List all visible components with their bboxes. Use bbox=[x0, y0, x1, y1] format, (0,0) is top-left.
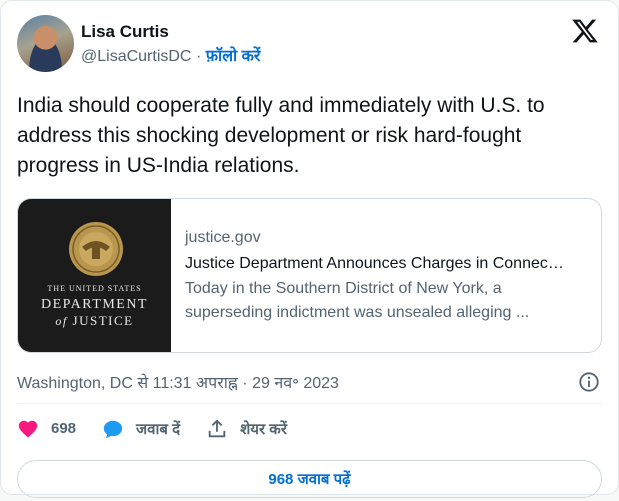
author-handle-row: @LisaCurtisDC · फ़ॉलो करें bbox=[81, 46, 260, 68]
doj-thumbnail: THE UNITED STATES DEPARTMENT of JUSTICE bbox=[18, 199, 171, 352]
tweet-text: India should cooperate fully and immedia… bbox=[17, 94, 545, 177]
author-avatar[interactable] bbox=[17, 15, 74, 72]
tweet-actions: 698 जवाब दें शेयर करें bbox=[17, 404, 602, 454]
doj-seal-icon bbox=[69, 222, 123, 276]
author-handle[interactable]: @LisaCurtisDC bbox=[81, 48, 191, 65]
share-upload-icon bbox=[208, 418, 226, 437]
info-icon[interactable] bbox=[578, 371, 600, 393]
tweet-header: Lisa Curtis @LisaCurtisDC · फ़ॉलो करें bbox=[17, 15, 602, 75]
author-display-name[interactable]: Lisa Curtis bbox=[81, 21, 260, 43]
read-replies-button[interactable]: 968 जवाब पढ़ें bbox=[17, 460, 602, 498]
tweet-embed-card: Lisa Curtis @LisaCurtisDC · फ़ॉलो करें I… bbox=[0, 0, 619, 498]
follow-button[interactable]: फ़ॉलो करें bbox=[206, 48, 261, 65]
doj-of: of bbox=[55, 314, 68, 328]
doj-line-justice: of JUSTICE bbox=[18, 313, 171, 329]
link-title: Justice Department Announces Charges in … bbox=[185, 255, 564, 272]
share-button[interactable]: शेयर करें bbox=[206, 418, 287, 440]
doj-justice: JUSTICE bbox=[72, 313, 134, 328]
tweet-timestamp[interactable]: Washington, DC से 11:31 अपराह्न · 29 नव॰… bbox=[17, 371, 339, 393]
link-preview-card[interactable]: THE UNITED STATES DEPARTMENT of JUSTICE … bbox=[17, 198, 602, 353]
link-preview-body: justice.gov Justice Department Announces… bbox=[171, 199, 601, 352]
handle-separator: · bbox=[195, 48, 202, 65]
doj-line-united-states: THE UNITED STATES bbox=[47, 284, 142, 293]
x-logo-icon[interactable] bbox=[571, 17, 599, 45]
tweet-meta: Washington, DC से 11:31 अपराह्न · 29 नव॰… bbox=[17, 363, 602, 404]
like-count: 698 bbox=[51, 420, 77, 437]
author-info: Lisa Curtis @LisaCurtisDC · फ़ॉलो करें bbox=[81, 21, 260, 68]
share-label: शेयर करें bbox=[240, 420, 287, 438]
reply-label: जवाब दें bbox=[136, 420, 181, 438]
like-button[interactable]: 698 bbox=[17, 418, 76, 440]
reply-button[interactable]: जवाब दें bbox=[102, 418, 180, 440]
chat-bubble-icon bbox=[103, 420, 123, 438]
heart-icon bbox=[18, 420, 38, 438]
link-domain: justice.gov bbox=[185, 229, 261, 246]
doj-line-department: DEPARTMENT bbox=[41, 297, 148, 312]
link-description: Today in the Southern District of New Yo… bbox=[185, 280, 530, 321]
